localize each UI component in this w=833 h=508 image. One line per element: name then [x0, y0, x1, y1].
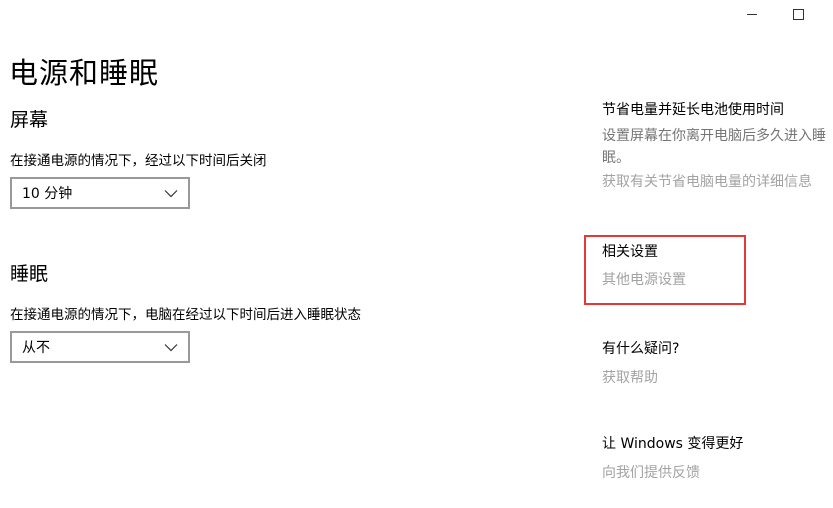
sleep-timeout-value: 从不 — [22, 340, 50, 356]
screen-timeout-label: 在接通电源的情况下，经过以下时间后关闭 — [10, 153, 267, 169]
title-bar-controls — [729, 0, 833, 28]
related-settings-title: 相关设置 — [602, 244, 658, 260]
maximize-icon — [792, 8, 804, 20]
additional-power-settings-link[interactable]: 其他电源设置 — [602, 269, 833, 289]
chevron-down-icon — [164, 186, 178, 200]
sleep-timeout-dropdown[interactable]: 从不 — [10, 331, 190, 363]
page-title: 电源和睡眠 — [9, 56, 160, 90]
help-title: 有什么疑问? — [602, 341, 680, 357]
related-settings-panel: 相关设置 其他电源设置 — [602, 241, 833, 289]
screen-timeout-dropdown[interactable]: 10 分钟 — [10, 177, 190, 209]
sleep-timeout-label: 在接通电源的情况下，电脑在经过以下时间后进入睡眠状态 — [10, 307, 361, 323]
chevron-down-icon — [164, 340, 178, 354]
close-button-area — [821, 0, 833, 28]
give-feedback-link[interactable]: 向我们提供反馈 — [602, 462, 833, 482]
battery-saving-title: 节省电量并延长电池使用时间 — [602, 102, 784, 118]
minimize-button[interactable] — [729, 0, 775, 28]
minimize-icon — [747, 13, 757, 15]
screen-timeout-value: 10 分钟 — [22, 186, 73, 202]
battery-saving-description: 设置屏幕在你离开电脑后多久进入睡眠。 — [602, 128, 826, 166]
screen-section-heading: 屏幕 — [10, 109, 49, 131]
feedback-panel: 让 Windows 变得更好 向我们提供反馈 — [602, 433, 833, 482]
battery-saving-link[interactable]: 获取有关节省电脑电量的详细信息 — [602, 171, 833, 191]
feedback-title: 让 Windows 变得更好 — [602, 436, 744, 452]
help-panel: 有什么疑问? 获取帮助 — [602, 338, 833, 387]
battery-saving-panel: 节省电量并延长电池使用时间 设置屏幕在你离开电脑后多久进入睡眠。 获取有关节省电… — [602, 99, 833, 191]
get-help-link[interactable]: 获取帮助 — [602, 367, 833, 387]
settings-window: 电源和睡眠 屏幕 在接通电源的情况下，经过以下时间后关闭 10 分钟 睡眠 在接… — [0, 0, 833, 508]
sleep-section-heading: 睡眠 — [10, 263, 49, 285]
maximize-button[interactable] — [775, 0, 821, 28]
